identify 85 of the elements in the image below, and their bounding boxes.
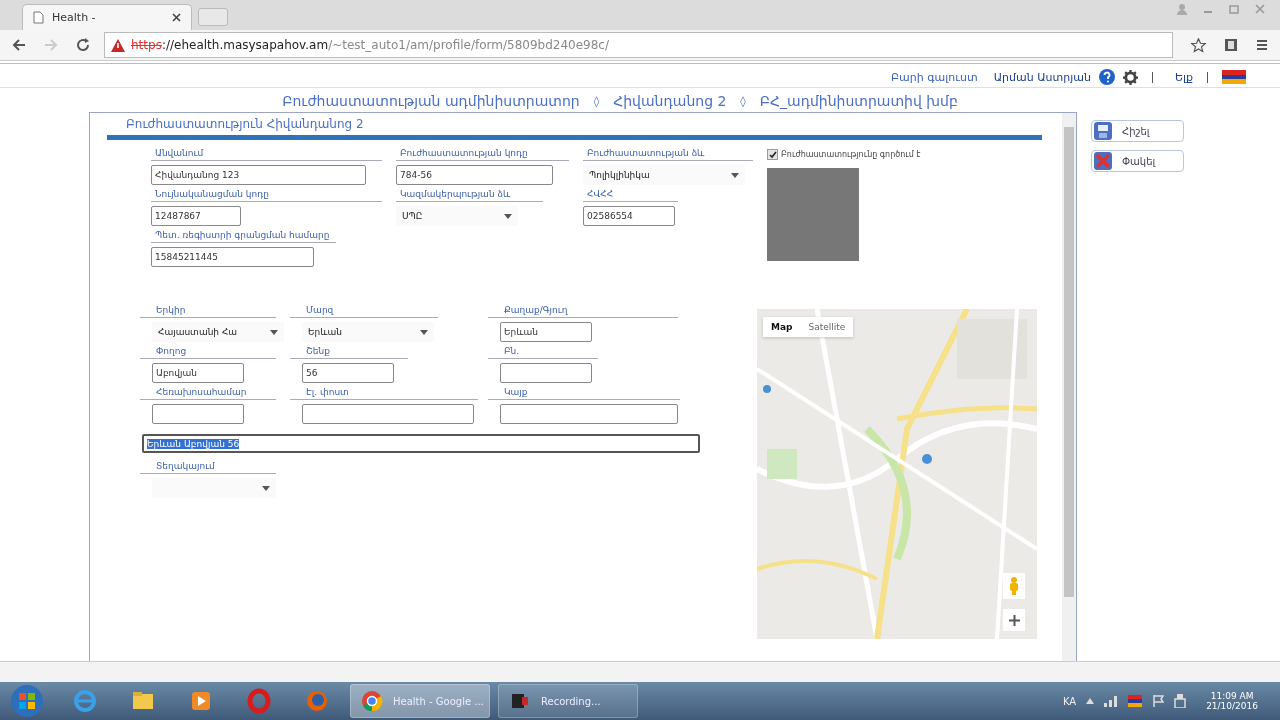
back-icon[interactable]	[12, 38, 26, 52]
field-label: Պետ. ռեգիստրի գրանցման համարը	[151, 230, 336, 243]
field-label: Կայք	[488, 387, 680, 400]
action-center-icon[interactable]	[1152, 695, 1165, 707]
text-field[interactable]: Երևան	[500, 322, 592, 342]
breadcrumb-link[interactable]: ԲՀ_ադմինիստրատիվ խմբ	[759, 93, 958, 109]
map-type-tab[interactable]: Map	[763, 317, 801, 337]
field-label: Անվանում	[151, 148, 382, 161]
breadcrumb-link[interactable]: Բուժհաստատության ադմինիստրատոր	[282, 93, 580, 109]
signal-icon[interactable]	[1104, 695, 1119, 707]
caret-icon	[270, 329, 278, 335]
language-indicator[interactable]: KA	[1062, 695, 1077, 707]
action-button[interactable]: Փակել	[1091, 150, 1184, 172]
field-label: Փողոց	[140, 346, 276, 359]
logout-link[interactable]: Ելք	[1174, 70, 1193, 84]
scrollbar[interactable]	[1062, 113, 1076, 661]
settings-icon[interactable]	[1122, 69, 1138, 85]
breadcrumb-separator: ◊	[740, 94, 746, 109]
help-icon[interactable]	[1098, 69, 1115, 85]
checkbox-label: Բուժհաստատությունը գործում է	[781, 150, 921, 159]
text-field[interactable]: 784-56	[396, 165, 553, 185]
start-button[interactable]	[10, 684, 44, 718]
page-icon	[33, 11, 44, 24]
star-icon[interactable]	[1191, 37, 1206, 53]
browser-tab[interactable]: Health -	[22, 4, 192, 30]
tab-title: Health -	[52, 11, 96, 24]
text-field[interactable]: 12487867	[151, 206, 241, 226]
field-label: Քաղաք/Գյուղ	[488, 305, 678, 318]
power-icon[interactable]	[1174, 694, 1187, 708]
field-label: Բուժհաստատության կոդը	[396, 148, 569, 161]
clock[interactable]: 11:09 AM 21/10/2016	[1206, 691, 1258, 711]
breadcrumb-separator: ◊	[593, 94, 600, 109]
field-label: ՀՎՀՀ	[583, 189, 678, 202]
taskbar-button[interactable]: Recording...	[498, 684, 638, 718]
text-field[interactable]: Աբովյան	[152, 363, 244, 383]
dropdown[interactable]: Երևան	[302, 322, 434, 342]
close-icon	[1094, 152, 1112, 170]
caret-icon	[504, 213, 512, 219]
text-field[interactable]	[500, 404, 678, 424]
address-field[interactable]: Երևան Աբովյան 56	[142, 434, 700, 453]
flag-icon[interactable]	[1128, 695, 1143, 707]
dropdown[interactable]: Պոլիկլինիկա	[583, 165, 745, 185]
warning-icon	[111, 38, 125, 52]
text-field[interactable]: 02586554	[583, 206, 675, 226]
field-label: Տեղակայում	[140, 461, 276, 474]
field-label: Երկիր	[140, 305, 276, 318]
field-label: Բուժհաստատության ձև	[583, 148, 753, 161]
field-label: Կազմակերպության ձև	[396, 189, 543, 202]
panel-title: Բուժհաստատություն Հիվանդանոց 2	[125, 116, 365, 133]
extension-icon[interactable]	[1224, 38, 1238, 52]
caret-icon	[731, 172, 739, 178]
field-label: Շենք	[290, 346, 408, 359]
text-field[interactable]: 15845211445	[151, 247, 314, 267]
menu-icon[interactable]	[1256, 38, 1268, 52]
checkbox[interactable]	[767, 149, 778, 160]
field-label: Հեռախոսահամար	[140, 387, 276, 400]
breadcrumb-link[interactable]: Հիվանդանոց 2	[613, 93, 727, 109]
flag-icon[interactable]	[1222, 70, 1246, 84]
dropdown[interactable]: ՍՊԸ	[396, 206, 518, 226]
text-field[interactable]: 56	[302, 363, 394, 383]
caret-icon	[262, 485, 270, 491]
field-label: Նույնականացման կոդը	[151, 189, 382, 202]
zoom-in-button[interactable]	[1003, 609, 1025, 631]
user-name-link[interactable]: Արման Աստրյան	[993, 70, 1091, 84]
action-button[interactable]: Հիշել	[1091, 120, 1184, 142]
field-label: Մարզ	[290, 305, 438, 318]
greeting-text: Բարի գալուստ	[891, 70, 978, 84]
close-icon[interactable]	[172, 13, 181, 22]
person-icon	[1009, 577, 1019, 595]
address-bar[interactable]: https://ehealth.masysapahov.am/~test_auto1/am/profile/form/5809bd240e98c/	[104, 32, 1173, 58]
caret-icon	[420, 329, 428, 335]
plus-icon	[1008, 614, 1020, 626]
text-field[interactable]	[500, 363, 592, 383]
app-icon	[359, 688, 385, 714]
caret-icon[interactable]	[1086, 698, 1095, 704]
field-label: Բն.	[488, 346, 598, 359]
text-field[interactable]	[302, 404, 474, 424]
save-icon	[1094, 122, 1112, 140]
text-field[interactable]	[152, 404, 244, 424]
text-field[interactable]: Հիվանդանոց 123	[151, 165, 366, 185]
dropdown[interactable]: Հայաստանի Հա	[152, 322, 284, 342]
url-text: https://ehealth.masysapahov.am/~test_auto1/am/profile/form/5809bd240e98c/	[131, 38, 609, 52]
field-label: Էլ. փոստ	[290, 387, 478, 400]
map-type-tab[interactable]: Satellite	[800, 317, 854, 337]
reload-icon[interactable]	[76, 38, 90, 52]
